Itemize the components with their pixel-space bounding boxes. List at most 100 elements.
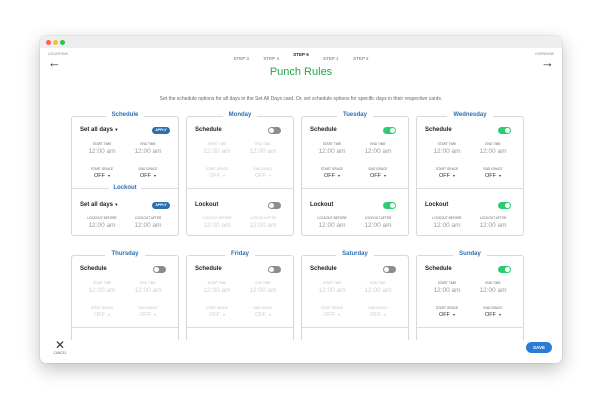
start-grace-select[interactable]: OFF ▾	[82, 312, 122, 318]
lockout-after-value[interactable]: 12:00 am	[473, 222, 513, 229]
lockout-after-value[interactable]: 12:00 am	[128, 222, 168, 229]
end-grace-label: END GRACE	[483, 167, 503, 171]
close-icon[interactable]: ✕	[50, 339, 70, 351]
step-item[interactable]: STEP 4	[263, 56, 278, 61]
schedule-toggle[interactable]	[383, 127, 396, 134]
divider	[187, 188, 293, 189]
chevron-down-icon: ▾	[153, 312, 156, 317]
end-time-value[interactable]: 12:00 am	[243, 287, 283, 294]
apply-lockout-button[interactable]: APPLY	[152, 202, 170, 209]
schedule-toggle[interactable]	[268, 266, 281, 273]
start-grace-select[interactable]: OFF ▾	[312, 173, 352, 179]
chevron-down-icon: ▾	[268, 173, 271, 178]
end-time-label: END TIME	[255, 142, 271, 146]
set-all-days-lockout-dropdown[interactable]: Set all days ▾	[80, 202, 118, 208]
schedule-toggle[interactable]	[268, 127, 281, 134]
maximize-window-button[interactable]	[60, 39, 65, 45]
end-time-value[interactable]: 12:00 am	[473, 148, 513, 155]
start-time-value[interactable]: 12:00 am	[197, 287, 237, 294]
save-button[interactable]: SAVE	[526, 342, 552, 353]
start-time-value[interactable]: 12:00 am	[197, 148, 237, 155]
start-time-value[interactable]: 12:00 am	[312, 148, 352, 155]
lockout-toggle[interactable]	[268, 202, 281, 209]
end-grace-select[interactable]: OFF ▾	[243, 173, 283, 179]
end-grace-select[interactable]: OFF ▾	[243, 312, 283, 318]
minimize-window-button[interactable]	[53, 39, 58, 45]
chevron-down-icon: ▾	[222, 312, 225, 317]
start-time-value[interactable]: 12:00 am	[82, 287, 122, 294]
step-item[interactable]: STEP 3	[234, 56, 249, 61]
schedule-toggle[interactable]	[498, 127, 511, 134]
end-grace-select[interactable]: OFF ▾	[358, 173, 398, 179]
start-grace-select[interactable]: OFF ▾	[312, 312, 352, 318]
close-window-button[interactable]	[46, 39, 51, 45]
step-item[interactable]: STEP 2	[353, 56, 368, 61]
card-heading: Wednesday	[427, 112, 513, 118]
step-item[interactable]: STEP 1	[323, 56, 338, 61]
end-grace-label: END GRACE	[253, 306, 273, 310]
chevron-down-icon: ▾	[337, 312, 340, 317]
start-grace-select[interactable]: OFF ▾	[427, 173, 467, 179]
lockout-after-label: LOCKOUT AFTER	[134, 216, 162, 220]
chevron-down-icon: ▾	[452, 173, 455, 178]
card-heading: Thursday	[82, 251, 168, 257]
lockout-label: Lockout	[310, 202, 334, 208]
card-wednesday: Wednesday Schedule START TIME END TIME 1…	[416, 112, 524, 236]
start-grace-label: START GRACE	[435, 167, 459, 171]
lockout-toggle[interactable]	[498, 202, 511, 209]
start-time-value[interactable]: 12:00 am	[312, 287, 352, 294]
cancel-button[interactable]: ✕ CANCEL	[50, 339, 70, 355]
end-grace-select[interactable]: OFF ▾	[473, 312, 513, 318]
end-time-value[interactable]: 12:00 am	[473, 287, 513, 294]
schedule-toggle[interactable]	[498, 266, 511, 273]
schedule-toggle[interactable]	[383, 266, 396, 273]
end-time-label: END TIME	[255, 281, 271, 285]
schedule-toggle[interactable]	[153, 266, 166, 273]
cancel-label: CANCEL	[53, 351, 67, 355]
lockout-after-value[interactable]: 12:00 am	[243, 222, 283, 229]
end-grace-select[interactable]: OFF ▾	[473, 173, 513, 179]
end-grace-select[interactable]: OFF ▾	[128, 312, 168, 318]
end-grace-select[interactable]: OFF ▾	[358, 312, 398, 318]
start-grace-label: START GRACE	[90, 306, 114, 310]
end-time-value[interactable]: 12:00 am	[128, 287, 168, 294]
set-all-days-dropdown[interactable]: Set all days ▾	[80, 127, 118, 133]
end-time-value[interactable]: 12:00 am	[128, 148, 168, 155]
start-time-label: START TIME	[207, 142, 227, 146]
lockout-toggle[interactable]	[383, 202, 396, 209]
lockout-before-value[interactable]: 12:00 am	[427, 222, 467, 229]
start-time-value[interactable]: 12:00 am	[82, 148, 122, 155]
end-time-label: END TIME	[370, 142, 386, 146]
apply-schedule-button[interactable]: APPLY	[152, 127, 170, 134]
start-time-value[interactable]: 12:00 am	[427, 148, 467, 155]
end-time-value[interactable]: 12:00 am	[243, 148, 283, 155]
lockout-before-value[interactable]: 12:00 am	[82, 222, 122, 229]
start-grace-select[interactable]: OFF ▾	[197, 312, 237, 318]
schedule-label: Schedule	[425, 127, 452, 133]
lockout-after-value[interactable]: 12:00 am	[358, 222, 398, 229]
start-grace-select[interactable]: OFF ▾	[82, 173, 122, 179]
start-grace-select[interactable]: OFF ▾	[427, 312, 467, 318]
chevron-down-icon: ▾	[268, 312, 271, 317]
start-grace-label: START GRACE	[435, 306, 459, 310]
end-time-label: END TIME	[485, 142, 501, 146]
start-grace-select[interactable]: OFF ▾	[197, 173, 237, 179]
chevron-down-icon: ▾	[114, 127, 118, 132]
lockout-before-value[interactable]: 12:00 am	[312, 222, 352, 229]
card-all-days: Schedule Set all days ▾ APPLY START TIME…	[71, 112, 179, 236]
end-time-label: END TIME	[485, 281, 501, 285]
card-heading: Friday	[197, 251, 283, 257]
end-grace-select[interactable]: OFF ▾	[128, 173, 168, 179]
start-time-label: START TIME	[437, 142, 457, 146]
start-time-label: START TIME	[92, 281, 112, 285]
start-time-value[interactable]: 12:00 am	[427, 287, 467, 294]
schedule-label: Schedule	[310, 127, 337, 133]
step-item-active[interactable]: STEP 5	[293, 52, 308, 57]
card-heading: Schedule	[82, 112, 168, 118]
start-grace-label: START GRACE	[205, 167, 229, 171]
end-time-value[interactable]: 12:00 am	[358, 148, 398, 155]
end-time-value[interactable]: 12:00 am	[358, 287, 398, 294]
end-grace-label: END GRACE	[368, 306, 388, 310]
card-heading: Monday	[197, 112, 283, 118]
lockout-before-value[interactable]: 12:00 am	[197, 222, 237, 229]
